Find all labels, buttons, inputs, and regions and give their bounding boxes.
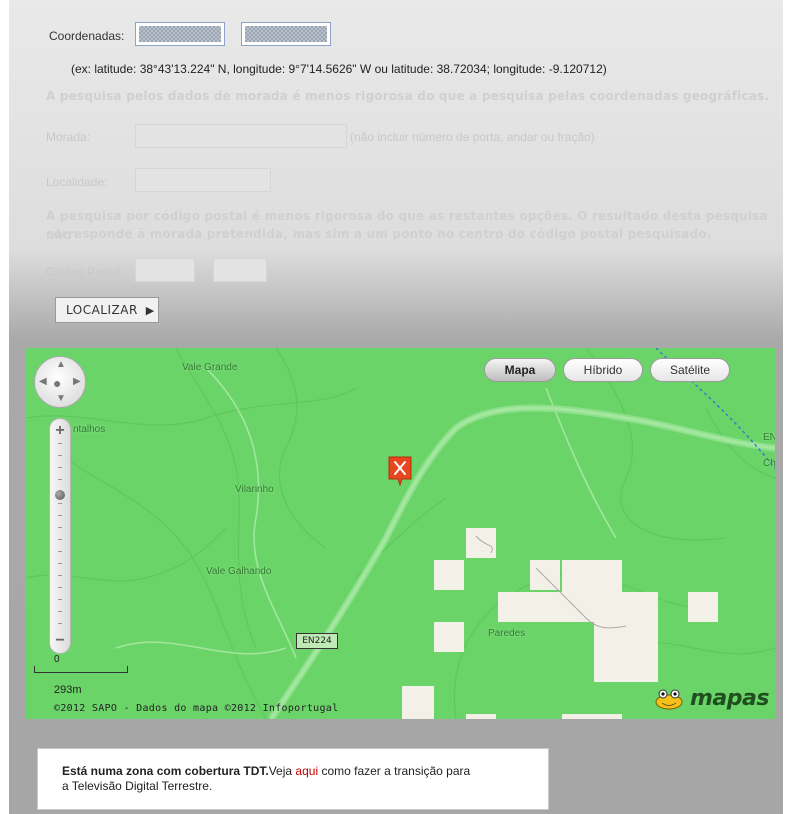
- postal-note-2: corresponde à morada pretendida, mas sim…: [46, 227, 712, 241]
- location-marker-icon[interactable]: [388, 456, 412, 491]
- zoom-slider[interactable]: + −: [49, 418, 71, 654]
- coverage-status: Está numa zona com cobertura TDT.: [62, 764, 269, 778]
- place-label: Paredes: [488, 628, 526, 639]
- place-label: EN: [763, 432, 775, 443]
- postal-separator: -: [203, 264, 207, 278]
- frog-icon: [655, 689, 683, 709]
- scale-zero: 0: [54, 654, 60, 665]
- pan-right-icon[interactable]: ▶: [73, 376, 81, 387]
- zoom-in-button[interactable]: +: [50, 421, 70, 441]
- info-line2: a Televisão Digital Terrestre.: [62, 779, 213, 793]
- place-label: Ch: [763, 458, 775, 469]
- zoom-ticks: [58, 443, 62, 635]
- pan-control[interactable]: ▲ ▼ ◀ ▶ ●: [34, 356, 86, 408]
- localizar-button[interactable]: LOCALIZAR ▶: [55, 297, 159, 323]
- aqui-link[interactable]: aqui: [295, 764, 318, 778]
- pan-down-icon[interactable]: ▼: [56, 393, 66, 404]
- postal-code-part2[interactable]: [213, 258, 267, 282]
- postal-label: Código Postal:: [46, 265, 125, 279]
- map-view[interactable]: Vale Grande ntalhos Vilarinho Vale Galha…: [26, 348, 775, 719]
- pan-up-icon[interactable]: ▲: [56, 359, 66, 370]
- info-text: Veja: [268, 764, 296, 778]
- scale-bar: [34, 666, 128, 673]
- info-text-after: como fazer a transição para: [318, 764, 471, 778]
- map-terrain: [26, 348, 775, 719]
- postal-code-part1[interactable]: [135, 258, 195, 282]
- map-type-mapa-button[interactable]: Mapa: [484, 358, 556, 382]
- coords-example: (ex: latitude: 38°43'13.224" N, longitud…: [71, 62, 607, 76]
- latitude-field[interactable]: [135, 22, 225, 46]
- pan-center-icon[interactable]: ●: [53, 375, 61, 391]
- pan-left-icon[interactable]: ◀: [39, 376, 47, 387]
- mapas-logo: mapas: [654, 686, 769, 711]
- morada-input[interactable]: [135, 124, 347, 148]
- zoom-handle[interactable]: [55, 490, 65, 500]
- place-label: ntalhos: [73, 424, 106, 435]
- address-note: A pesquisa pelos dados de morada é menos…: [46, 89, 770, 103]
- map-copyright: ©2012 SAPO - Dados do mapa ©2012 Infopor…: [54, 703, 339, 714]
- place-label: Vilarinho: [235, 484, 274, 495]
- morada-label: Morada:: [46, 130, 91, 144]
- localidade-input[interactable]: [135, 168, 271, 192]
- play-arrow-icon: ▶: [145, 303, 155, 317]
- map-type-hibrido-button[interactable]: Híbrido: [563, 358, 643, 382]
- map-type-satelite-button[interactable]: Satélite: [650, 358, 730, 382]
- place-label: Vale Galhando: [206, 566, 272, 577]
- longitude-field[interactable]: [241, 22, 331, 46]
- coords-label: Coordenadas:: [49, 29, 125, 43]
- scale-distance: 293m: [54, 684, 82, 696]
- zoom-out-button[interactable]: −: [50, 631, 70, 651]
- road-tag: EN224: [296, 633, 338, 649]
- tdt-coverage-box: Está numa zona com cobertura TDT.Veja aq…: [37, 748, 549, 810]
- search-form: Coordenadas: (ex: latitude: 38°43'13.224…: [9, 0, 783, 345]
- place-label: Vale Grande: [182, 362, 238, 373]
- morada-hint: (não incluir número de porta, andar ou f…: [350, 130, 595, 144]
- localizar-label: LOCALIZAR: [66, 303, 138, 317]
- logo-text: mapas: [690, 686, 769, 711]
- localidade-label: Localidade:: [46, 175, 108, 189]
